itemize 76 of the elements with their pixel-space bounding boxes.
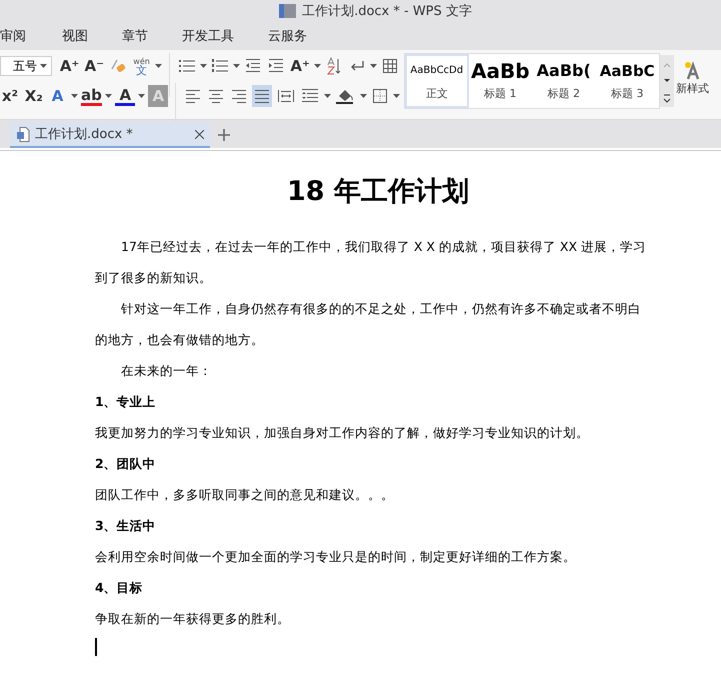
menu-tab[interactable]: 云服务 bbox=[268, 27, 307, 45]
new-style-button[interactable]: 新样式 bbox=[674, 53, 711, 102]
paragraph: 团队工作中，多多听取同事之间的意见和建议。。。 bbox=[95, 486, 395, 504]
indent-icon bbox=[268, 58, 284, 74]
toolbar-button[interactable] bbox=[252, 85, 272, 107]
window-title: 工作计划.docx * - WPS 文字 bbox=[302, 3, 472, 20]
eraser-icon bbox=[109, 57, 128, 75]
font-button[interactable]: A⁺ bbox=[58, 55, 80, 77]
font-color-button[interactable]: A bbox=[115, 86, 136, 106]
caret-icon[interactable] bbox=[105, 94, 112, 98]
style-item[interactable]: AaBb( 标题 2 bbox=[534, 56, 594, 106]
document-title: 18 年工作计划 bbox=[286, 175, 470, 209]
paragraph: 在未来的一年： bbox=[120, 362, 213, 380]
caret-icon[interactable] bbox=[138, 94, 146, 98]
caret-icon bbox=[40, 64, 47, 68]
style-item[interactable]: AaBbC 标题 3 bbox=[598, 56, 657, 106]
caret-icon[interactable] bbox=[393, 94, 400, 98]
new-tab-icon[interactable] bbox=[218, 129, 230, 141]
line-spacing-icon bbox=[301, 88, 320, 104]
menu-tab[interactable]: 审阅 bbox=[0, 27, 26, 45]
sort-icon bbox=[326, 57, 342, 75]
border-icon bbox=[372, 88, 388, 104]
paint-bucket-icon bbox=[335, 87, 356, 105]
caret-icon[interactable] bbox=[233, 64, 240, 68]
font-button[interactable]: x² bbox=[0, 85, 20, 107]
style-preview: AaBb( bbox=[536, 60, 591, 82]
style-preview: AaBb bbox=[470, 58, 530, 85]
tab-title: 工作计划.docx * bbox=[35, 126, 134, 143]
align-left-icon bbox=[185, 89, 202, 103]
font-button[interactable]: A⁻ bbox=[83, 55, 106, 77]
distribute-icon bbox=[276, 89, 295, 103]
font-size-dropdown[interactable]: 五号 bbox=[0, 56, 52, 76]
caret-icon[interactable] bbox=[154, 64, 162, 68]
paragraph: 我更加努力的学习专业知识，加强自身对工作内容的了解，做好学习专业知识的计划。 bbox=[95, 424, 590, 442]
align-right-icon bbox=[231, 89, 248, 103]
highlight-button[interactable]: ab bbox=[80, 86, 102, 106]
font-button[interactable]: A⁺ bbox=[289, 55, 311, 77]
pinyin-guide-button[interactable]: wén 文 bbox=[132, 55, 152, 77]
document-tab[interactable]: 工作计划.docx * bbox=[10, 122, 210, 148]
style-item[interactable]: AaBb 标题 1 bbox=[470, 56, 530, 106]
paragraph: 争取在新的一年获得更多的胜利。 bbox=[95, 610, 291, 628]
font-button[interactable]: X₂ bbox=[23, 85, 44, 107]
close-icon[interactable] bbox=[195, 130, 204, 138]
section-heading: 2、团队中 bbox=[95, 455, 157, 473]
caret-icon[interactable] bbox=[324, 94, 331, 98]
menu-tab[interactable]: 章节 bbox=[122, 27, 148, 45]
caret-icon[interactable] bbox=[360, 94, 367, 98]
caret-icon[interactable] bbox=[70, 94, 78, 98]
document-icon bbox=[279, 4, 296, 18]
style-preview: AaBbC bbox=[600, 61, 655, 82]
table-icon bbox=[382, 58, 398, 74]
bullet-list-icon bbox=[178, 58, 196, 74]
section-heading: 3、生活中 bbox=[95, 517, 157, 535]
gallery-scrollbar[interactable] bbox=[660, 55, 674, 107]
numbered-list-icon bbox=[211, 58, 230, 74]
justify-icon bbox=[254, 89, 270, 103]
caret-icon[interactable] bbox=[314, 64, 321, 68]
style-name: 标题 2 bbox=[548, 86, 580, 101]
text-cursor bbox=[95, 638, 97, 656]
section-heading: 4、目标 bbox=[95, 579, 144, 597]
style-preview: AaBbCcDd bbox=[410, 64, 464, 78]
menu-tab[interactable]: 开发工具 bbox=[182, 27, 234, 45]
style-name: 标题 3 bbox=[611, 86, 644, 101]
style-name: 正文 bbox=[426, 86, 448, 101]
text-effect-button[interactable]: A bbox=[48, 85, 68, 107]
paragraph: 17年已经过去，在过去一年的工作中，我们取得了 X X 的成就，项目获得了 XX 进展，学习到了很多的新知识。 bbox=[95, 238, 648, 287]
caret-icon[interactable] bbox=[200, 64, 207, 68]
paragraph: 针对这一年工作，自身仍然存有很多的的不足之处，工作中，仍然有许多不确定或者不明白的地方，也会有做错的地方。 bbox=[95, 300, 642, 349]
paragraph: 会利用空余时间做一个更加全面的学习专业只是的时间，制定更好详细的工作方案。 bbox=[95, 548, 577, 566]
outdent-icon bbox=[245, 58, 262, 74]
section-heading: 1、专业上 bbox=[95, 393, 157, 411]
align-center-icon bbox=[208, 89, 224, 103]
document-icon bbox=[16, 126, 30, 142]
menu-tab[interactable]: 视图 bbox=[62, 27, 88, 45]
style-name: 标题 1 bbox=[484, 86, 516, 101]
caret-icon[interactable] bbox=[370, 64, 377, 68]
